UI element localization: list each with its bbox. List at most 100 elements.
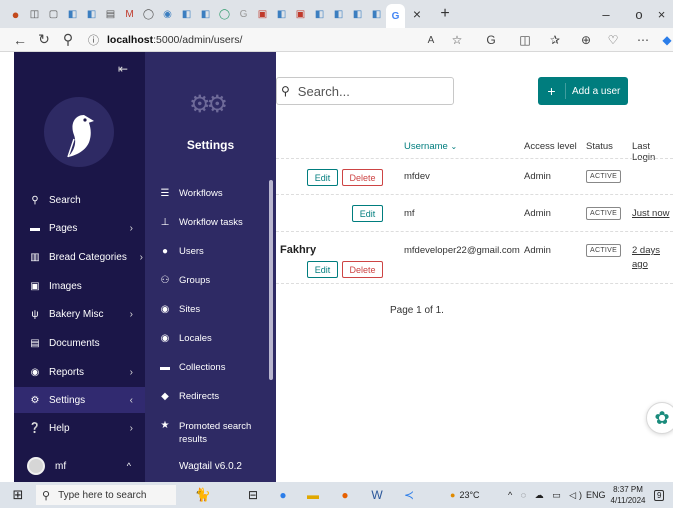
edit-button[interactable]: Edit	[307, 261, 338, 278]
sidebar-item-bakery-misc[interactable]: ψ Bakery Misc ›	[14, 301, 145, 327]
sidebar-item-pages[interactable]: ▬ Pages ›	[14, 215, 145, 241]
column-header-username[interactable]: Username ⌄	[404, 141, 457, 152]
weather-widget[interactable]: ● 23°C	[450, 482, 480, 508]
back-icon[interactable]: ←	[8, 32, 32, 48]
taskbar-clock[interactable]: 8:37 PM 4/11/2024	[610, 484, 646, 506]
sidebar-item-images[interactable]: ▣ Images	[14, 273, 145, 299]
access-cell: Admin	[524, 208, 551, 219]
read-aloud-icon[interactable]: A	[420, 28, 442, 52]
divider	[276, 158, 673, 159]
vscode-icon[interactable]: ≺	[398, 482, 420, 508]
widgets-icon[interactable]: 🐈	[180, 482, 226, 508]
sort-chevron-icon: ⌄	[450, 142, 458, 151]
redirect-icon: ◆	[161, 391, 169, 402]
browser-tab[interactable]: ◧	[63, 4, 82, 24]
submenu-item-groups[interactable]: ⚇ Groups	[145, 275, 270, 286]
collapse-sidebar-icon[interactable]: ⇤	[118, 62, 128, 76]
search-icon[interactable]: ⚲	[56, 31, 80, 48]
favorites-icon[interactable]: ✰	[544, 28, 566, 52]
new-tab-button[interactable]: +	[437, 5, 453, 23]
word-icon[interactable]: W	[366, 482, 388, 508]
split-screen-icon[interactable]: ◫	[514, 28, 536, 52]
column-header-last-login: Last Login	[632, 141, 656, 163]
bird-logo-icon	[67, 115, 94, 158]
submenu-item-label: Users	[179, 246, 204, 257]
task-view-icon[interactable]: ⊟	[242, 482, 264, 508]
performance-icon[interactable]: ♡	[602, 28, 624, 52]
browser-tab[interactable]: ◧	[196, 4, 215, 24]
submenu-item-promoted-search[interactable]: ★ Promoted search results	[145, 420, 270, 446]
edge-icon[interactable]: ●	[272, 482, 294, 508]
sidebar-item-help[interactable]: ❔ Help ›	[14, 415, 145, 441]
sidebar-item-settings[interactable]: ⚙ Settings ‹	[14, 387, 145, 413]
browser-tab[interactable]: ◧	[82, 4, 101, 24]
submenu-item-workflow-tasks[interactable]: ⊥ Workflow tasks	[145, 217, 270, 228]
more-options-icon[interactable]: ⋯	[632, 28, 654, 52]
tab-favicon: ▣	[257, 8, 268, 20]
status-badge: ACTIVE	[586, 170, 622, 183]
plus-icon: +	[538, 83, 566, 99]
sidebar-item-reports[interactable]: ◉ Reports ›	[14, 359, 145, 385]
browser-tab[interactable]: ◫	[25, 4, 44, 24]
browser-tab[interactable]: ◧	[367, 4, 386, 24]
add-user-button[interactable]: + Add a user	[538, 77, 628, 105]
wagtail-logo[interactable]	[44, 97, 114, 167]
address-bar: ← ↻ ⚲ ⓘ localhost:5000/admin/users/ A ☆ …	[0, 28, 673, 52]
sidebar-item-bread-categories[interactable]: ▥ Bread Categories ›	[14, 244, 145, 270]
file-explorer-icon[interactable]: ▬	[302, 482, 324, 508]
browser-tab[interactable]: ◧	[177, 4, 196, 24]
browser-tab[interactable]: ◉	[158, 4, 177, 24]
browser-tab[interactable]: ◯	[215, 4, 234, 24]
submenu-item-users[interactable]: ● Users	[145, 246, 270, 257]
system-tray-icons[interactable]: ^ ◌ ☁ ▭ ◁)	[508, 482, 585, 508]
close-window-button[interactable]: ×	[650, 0, 673, 28]
notification-count: 9	[654, 489, 665, 501]
browser-tab[interactable]: ▤	[101, 4, 120, 24]
assistant-icon[interactable]: ✿	[646, 402, 673, 434]
search-input[interactable]: ⚲ Search...	[276, 77, 454, 105]
sidebar-item-label: Pages	[49, 222, 78, 234]
browser-tab[interactable]: ◧	[348, 4, 367, 24]
browser-tab[interactable]: ◧	[272, 4, 291, 24]
browser-tab[interactable]: ▣	[253, 4, 272, 24]
submenu-item-locales[interactable]: ◉ Locales	[145, 333, 270, 344]
browser-tab[interactable]: ▣	[291, 4, 310, 24]
delete-button[interactable]: Delete	[342, 261, 383, 278]
submenu-item-redirects[interactable]: ◆ Redirects	[145, 391, 270, 402]
collections-icon[interactable]: ⊕	[575, 28, 597, 52]
tab-favicon: ◯	[218, 8, 231, 20]
notification-center[interactable]: 9	[654, 482, 665, 508]
copilot-icon[interactable]: ◆	[656, 28, 673, 52]
sidebar-item-documents[interactable]: ▤ Documents	[14, 330, 145, 356]
browser-tab[interactable]: ◯	[139, 4, 158, 24]
browser-tab[interactable]: ◧	[310, 4, 329, 24]
browser-tab[interactable]: ●	[6, 4, 25, 24]
tab-close-icon[interactable]: ×	[409, 6, 425, 22]
submenu-scrollbar[interactable]	[269, 180, 273, 380]
refresh-icon[interactable]: ↻	[32, 31, 56, 48]
tab-favicon: ◧	[371, 8, 382, 20]
favorite-star-icon[interactable]: ☆	[446, 28, 468, 52]
browser-tab[interactable]: G	[234, 4, 253, 24]
user-name[interactable]: Fakhry	[280, 244, 316, 256]
firefox-icon[interactable]: ●	[334, 482, 356, 508]
windows-start-icon[interactable]: ⊞	[0, 487, 36, 503]
browser-tab[interactable]: ◧	[329, 4, 348, 24]
edit-button[interactable]: Edit	[307, 169, 338, 186]
sidebar-item-label: Settings	[49, 394, 86, 406]
account-menu[interactable]: mf ^	[14, 450, 145, 482]
minimize-button[interactable]: –	[589, 0, 623, 28]
submenu-item-collections[interactable]: ▬ Collections	[145, 362, 270, 373]
taskbar-search-input[interactable]: ⚲ Type here to search	[36, 485, 176, 505]
browser-tab[interactable]: M	[120, 4, 139, 24]
language-indicator[interactable]: ENG	[586, 482, 606, 508]
submenu-item-sites[interactable]: ◉ Sites	[145, 304, 270, 315]
browser-tab-active[interactable]: G	[386, 4, 405, 28]
submenu-item-workflows[interactable]: ☰ Workflows	[145, 188, 270, 199]
browser-tab[interactable]: ▢	[44, 4, 63, 24]
extension-icon[interactable]: G	[480, 28, 502, 52]
tab-favicon: ◧	[333, 8, 344, 20]
edit-button[interactable]: Edit	[352, 205, 383, 222]
sidebar-item-search[interactable]: ⚲ Search	[14, 187, 145, 213]
delete-button[interactable]: Delete	[342, 169, 383, 186]
